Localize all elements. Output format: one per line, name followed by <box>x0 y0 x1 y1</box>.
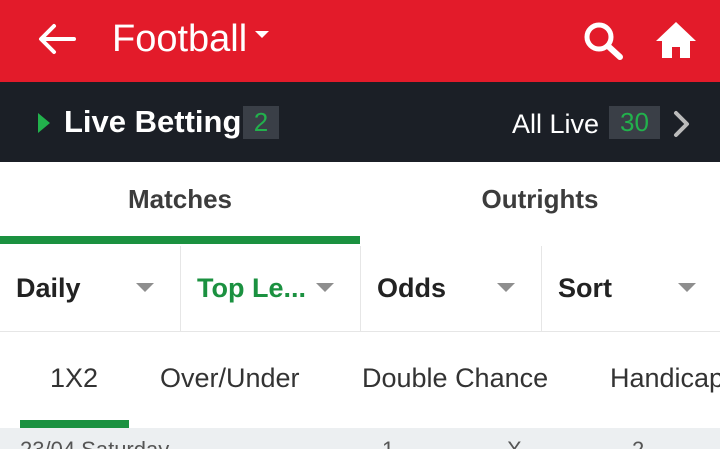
search-icon[interactable] <box>582 20 624 60</box>
filter-label: Top Le... <box>197 273 306 303</box>
date-label: 23/04 Saturday <box>20 436 169 449</box>
caret-down-icon <box>316 283 334 292</box>
all-live-link[interactable]: All Live <box>512 106 599 142</box>
filter-label: Sort <box>558 273 612 303</box>
app-header: Football <box>0 0 720 82</box>
chevron-right-icon[interactable] <box>672 110 692 138</box>
play-icon <box>38 113 50 133</box>
arrow-left-icon[interactable] <box>36 22 76 56</box>
tab-outrights[interactable]: Outrights <box>360 162 720 246</box>
caret-down-icon <box>136 283 154 292</box>
caret-down-icon <box>678 283 696 292</box>
tab-matches[interactable]: Matches <box>0 162 360 246</box>
filter-odds[interactable]: Odds <box>361 246 542 331</box>
filter-daily[interactable]: Daily <box>0 246 181 331</box>
market-tabs: 1X2 Over/Under Double Chance Handicap <box>0 332 720 428</box>
filter-label: Odds <box>377 273 447 303</box>
live-betting-count-badge: 2 <box>243 106 279 139</box>
all-live-count-badge: 30 <box>609 106 660 139</box>
filter-leagues[interactable]: Top Le... <box>181 246 361 331</box>
date-header-row: 23/04 Saturday 1 X 2 <box>0 428 720 449</box>
live-betting-title: Live Betting <box>64 104 242 139</box>
column-header-2: 2 <box>632 436 644 449</box>
home-icon[interactable] <box>654 20 698 60</box>
tab-bar: Matches Outrights <box>0 162 720 247</box>
filter-sort[interactable]: Sort <box>542 246 720 331</box>
sport-selector[interactable]: Football <box>112 14 270 64</box>
column-header-x: X <box>507 436 522 449</box>
caret-down-icon <box>497 283 515 292</box>
market-tab-1x2[interactable]: 1X2 <box>50 360 98 396</box>
filter-label: Daily <box>16 273 81 303</box>
column-header-1: 1 <box>382 436 394 449</box>
page-title: Football <box>112 18 248 60</box>
market-tab-handicap[interactable]: Handicap <box>610 360 720 396</box>
market-tab-double-chance[interactable]: Double Chance <box>362 360 548 396</box>
active-market-indicator <box>20 420 129 428</box>
market-tab-over-under[interactable]: Over/Under <box>160 360 300 396</box>
caret-down-icon <box>255 30 270 38</box>
filter-bar: Daily Top Le... Odds Sort <box>0 246 720 332</box>
active-tab-indicator <box>0 236 360 244</box>
